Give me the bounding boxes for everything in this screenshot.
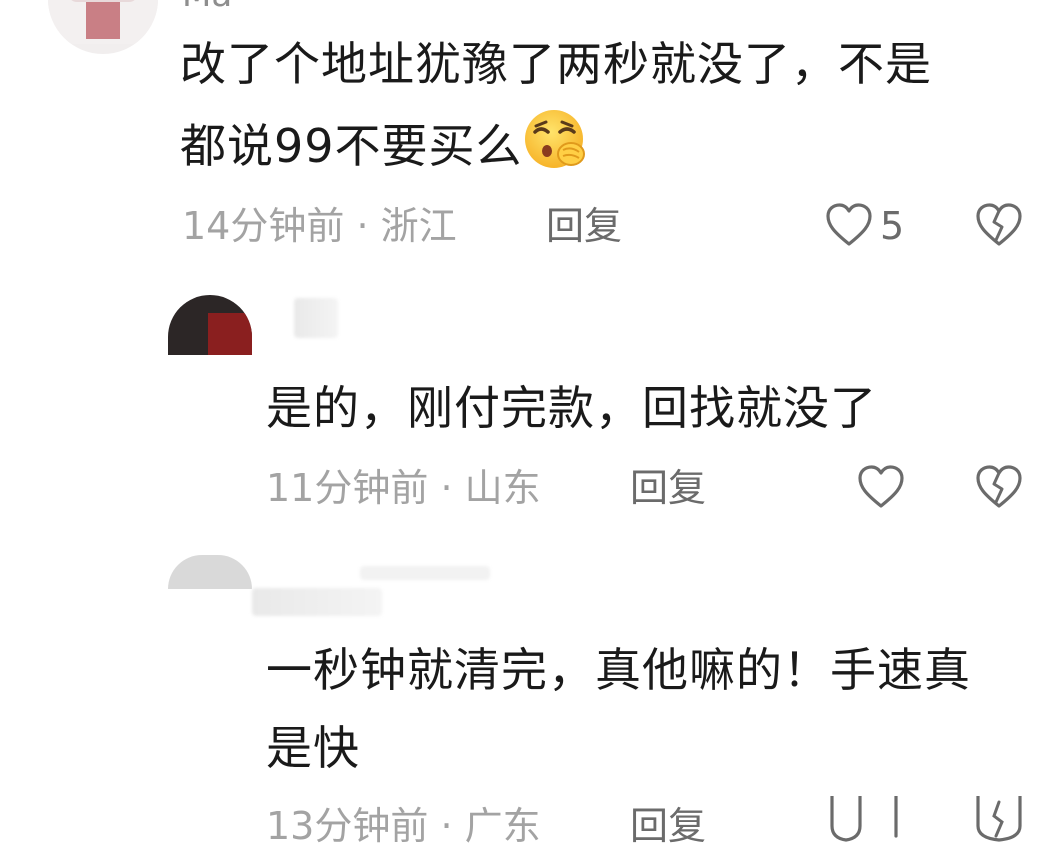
username[interactable]: Ma: [182, 0, 232, 12]
location: 广东: [464, 804, 541, 848]
comment-text-line: 一秒钟就清完，真他嘛的！手速真: [266, 643, 971, 697]
reply-button[interactable]: 回复: [630, 804, 706, 848]
meta-separator: ·: [428, 466, 465, 510]
comment-text-cont: 是快: [266, 712, 360, 784]
username-redacted: [294, 298, 338, 338]
meta-separator: ·: [428, 804, 465, 848]
avatar-image-accent: [86, 0, 120, 39]
heart-icon: [830, 794, 898, 842]
heart-icon: [858, 465, 904, 508]
comment-meta: 11分钟前 · 山东: [266, 466, 541, 510]
dislike-button[interactable]: [974, 794, 1024, 846]
comment-meta: 14分钟前 · 浙江: [182, 204, 457, 248]
sleepy-face-emoji: [523, 106, 589, 192]
location: 浙江: [380, 204, 457, 248]
avatar-image-accent: [208, 313, 252, 355]
comment-text-line: 是的，刚付完款，回找就没了: [266, 381, 877, 435]
meta-separator: ·: [344, 204, 381, 248]
comment-text-line: 都说99不要买么: [180, 119, 523, 173]
comment-text: 改了个地址犹豫了两秒就没了，不是: [180, 28, 932, 100]
like-button[interactable]: [824, 200, 874, 254]
comment-3: 一秒钟就清完，真他嘛的！手速真 是快 13分钟前 · 广东 回复: [0, 540, 1056, 848]
reply-button[interactable]: 回复: [630, 466, 706, 510]
comment-1: Ma 改了个地址犹豫了两秒就没了，不是 都说99不要买么: [0, 0, 1056, 260]
avatar[interactable]: [168, 555, 252, 589]
avatar[interactable]: [48, 0, 158, 54]
comment-2: 是的，刚付完款，回找就没了 11分钟前 · 山东 回复: [0, 280, 1056, 540]
comment-text: 一秒钟就清完，真他嘛的！手速真: [266, 634, 971, 706]
like-count: 5: [880, 204, 905, 248]
heart-icon: [826, 203, 872, 246]
avatar-image-base: [68, 0, 138, 2]
comment-meta: 13分钟前 · 广东: [266, 804, 541, 848]
timestamp: 11分钟前: [266, 466, 429, 510]
username-redacted: [252, 588, 382, 616]
comment-text-cont: 都说99不要买么: [180, 106, 589, 192]
avatar[interactable]: [168, 295, 252, 355]
dislike-button[interactable]: [974, 462, 1024, 516]
comment-text: 是的，刚付完款，回找就没了: [266, 372, 877, 444]
reply-button[interactable]: 回复: [546, 204, 622, 248]
broken-heart-icon: [976, 203, 1022, 246]
like-button[interactable]: [856, 462, 906, 516]
dislike-button[interactable]: [974, 200, 1024, 254]
username-redacted: [360, 566, 490, 580]
comment-text-line: 改了个地址犹豫了两秒就没了，不是: [180, 37, 932, 91]
location: 山东: [464, 466, 541, 510]
timestamp: 14分钟前: [182, 204, 345, 248]
timestamp: 13分钟前: [266, 804, 429, 848]
comment-text-line: 是快: [266, 721, 360, 775]
like-button[interactable]: [826, 794, 906, 846]
broken-heart-icon: [976, 465, 1022, 508]
broken-heart-icon: [976, 794, 1022, 842]
